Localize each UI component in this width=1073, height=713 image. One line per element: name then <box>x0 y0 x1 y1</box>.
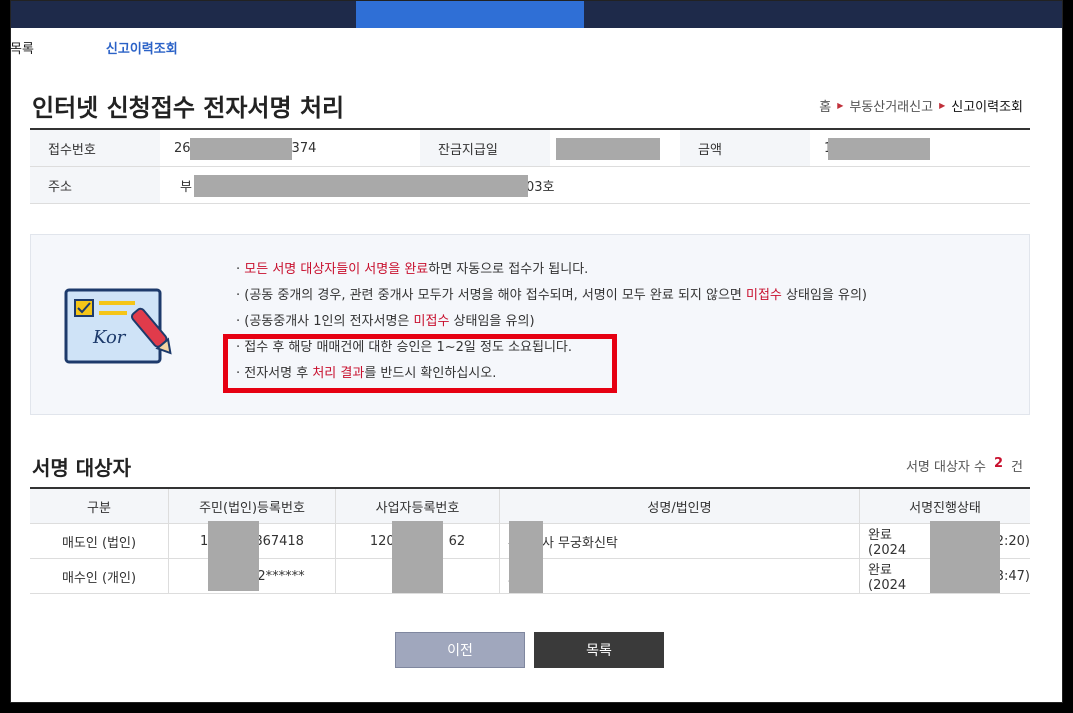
notice-box: Kor · 모든 서명 대상자들이 서명을 완료하면 자동으로 접수가 됩니다.… <box>30 234 1030 415</box>
id-suffix: 2****** <box>257 568 305 584</box>
list-button[interactable]: 목록 <box>534 632 664 668</box>
highlight-box <box>223 334 617 393</box>
redaction-mask <box>392 521 443 593</box>
signers-count-unit: 건 <box>1011 460 1023 475</box>
notice-item: · 모든 서명 대상자들이 서명을 완료하면 자동으로 접수가 됩니다. <box>236 262 589 277</box>
status-suffix: 3:47) <box>995 568 1030 584</box>
table-header-row: 구분 주민(법인)등록번호 사업자등록번호 성명/법인명 서명진행상태 <box>30 489 1030 524</box>
breadcrumb: 홈 ▶ 부동산거래신고 ▶ 신고이력조회 <box>819 96 1023 115</box>
column-header: 주민(법인)등록번호 <box>169 489 336 523</box>
column-header: 성명/법인명 <box>500 489 860 523</box>
sub-navigation: 목록 신고이력조회 <box>10 28 1063 66</box>
svg-text:Kor: Kor <box>92 327 127 348</box>
column-header: 구분 <box>30 489 169 523</box>
column-header: 사업자등록번호 <box>336 489 500 523</box>
notice-item: · (공동 중개의 경우, 관련 중개사 모두가 서명을 해야 접수되며, 서명… <box>236 288 868 303</box>
breadcrumb-current: 신고이력조회 <box>951 100 1023 115</box>
signers-table: 구분 주민(법인)등록번호 사업자등록번호 성명/법인명 서명진행상태 매도인 … <box>30 487 1030 594</box>
redaction-mask <box>828 138 930 160</box>
signer-id: 1 867418 <box>169 521 336 591</box>
top-navigation <box>10 0 1063 28</box>
status-prefix: 완료 (2024 <box>868 528 907 558</box>
address-prefix: 부 <box>180 179 192 195</box>
status-suffix: 2:20) <box>995 533 1030 549</box>
page-title: 인터넷 신청접수 전자서명 처리 <box>32 94 345 122</box>
address-suffix: 03호 <box>525 179 555 195</box>
subnav-item-list[interactable]: 목록 <box>10 38 34 57</box>
redaction-mask <box>194 175 528 197</box>
info-row: 주소 부 03호 <box>30 167 1030 204</box>
column-header: 서명진행상태 <box>909 500 981 516</box>
signer-name: 조 <box>500 559 860 593</box>
breadcrumb-arrow-icon: ▶ <box>837 101 844 110</box>
breadcrumb-level1[interactable]: 부동산거래신고 <box>849 96 933 115</box>
amount-label: 금액 <box>680 130 810 166</box>
name-suffix: 사 무궁화신탁 <box>541 535 618 551</box>
redaction-mask <box>190 138 292 160</box>
redaction-mask <box>930 521 1000 593</box>
prev-button[interactable]: 이전 <box>395 632 525 668</box>
signer-type: 매수인 (개인) <box>30 559 169 593</box>
breadcrumb-arrow-icon: ▶ <box>939 101 946 110</box>
receipt-info-table: 접수번호 26 374 잔금지급일 금액 1 주소 부 03호 <box>30 128 1030 204</box>
address-label: 주소 <box>30 167 160 203</box>
redaction-mask <box>208 521 259 591</box>
info-row: 접수번호 26 374 잔금지급일 금액 1 <box>30 130 1030 167</box>
receipt-no-label: 접수번호 <box>30 130 160 166</box>
electronic-signature-icon: Kor <box>63 287 173 371</box>
signer-biz-no: 120 62 <box>336 521 500 593</box>
receipt-no-value: 26 374 <box>160 130 420 166</box>
signer-status: 완료 (2024 2:20) <box>860 521 1030 593</box>
signer-name: 주 사 무궁화신탁 <box>500 521 860 593</box>
page-frame: 목록 신고이력조회 인터넷 신청접수 전자서명 처리 홈 ▶ 부동산거래신고 ▶… <box>0 0 1073 713</box>
biz-suffix: 62 <box>448 533 466 549</box>
redaction-mask <box>509 521 543 593</box>
biz-prefix: 120 <box>369 533 395 549</box>
receipt-no-prefix: 26 <box>174 140 191 156</box>
breadcrumb-home[interactable]: 홈 <box>819 96 831 115</box>
receipt-no-suffix: 374 <box>291 140 317 156</box>
signers-count: 서명 대상자 수 2 건 <box>906 456 1023 475</box>
table-row: 매도인 (법인) 1 867418 120 62 주 사 무궁화신탁 완료 (2… <box>30 521 1030 593</box>
signers-title: 서명 대상자 <box>32 456 131 480</box>
top-nav-active-tab[interactable] <box>356 0 584 28</box>
balance-date-value <box>550 130 680 166</box>
redaction-mask <box>556 138 660 160</box>
signer-type: 매도인 (법인) <box>30 524 169 558</box>
status-prefix: 완료 (2024 <box>868 563 907 593</box>
subnav-item-history[interactable]: 신고이력조회 <box>106 38 178 57</box>
signers-count-label: 서명 대상자 수 <box>905 460 986 475</box>
address-value: 부 03호 <box>160 167 1030 203</box>
signers-count-value: 2 <box>993 456 1004 471</box>
balance-date-label: 잔금지급일 <box>420 130 550 166</box>
id-suffix: 867418 <box>254 533 304 549</box>
action-buttons: 이전 목록 <box>395 632 664 668</box>
amount-value: 1 <box>810 130 1030 166</box>
